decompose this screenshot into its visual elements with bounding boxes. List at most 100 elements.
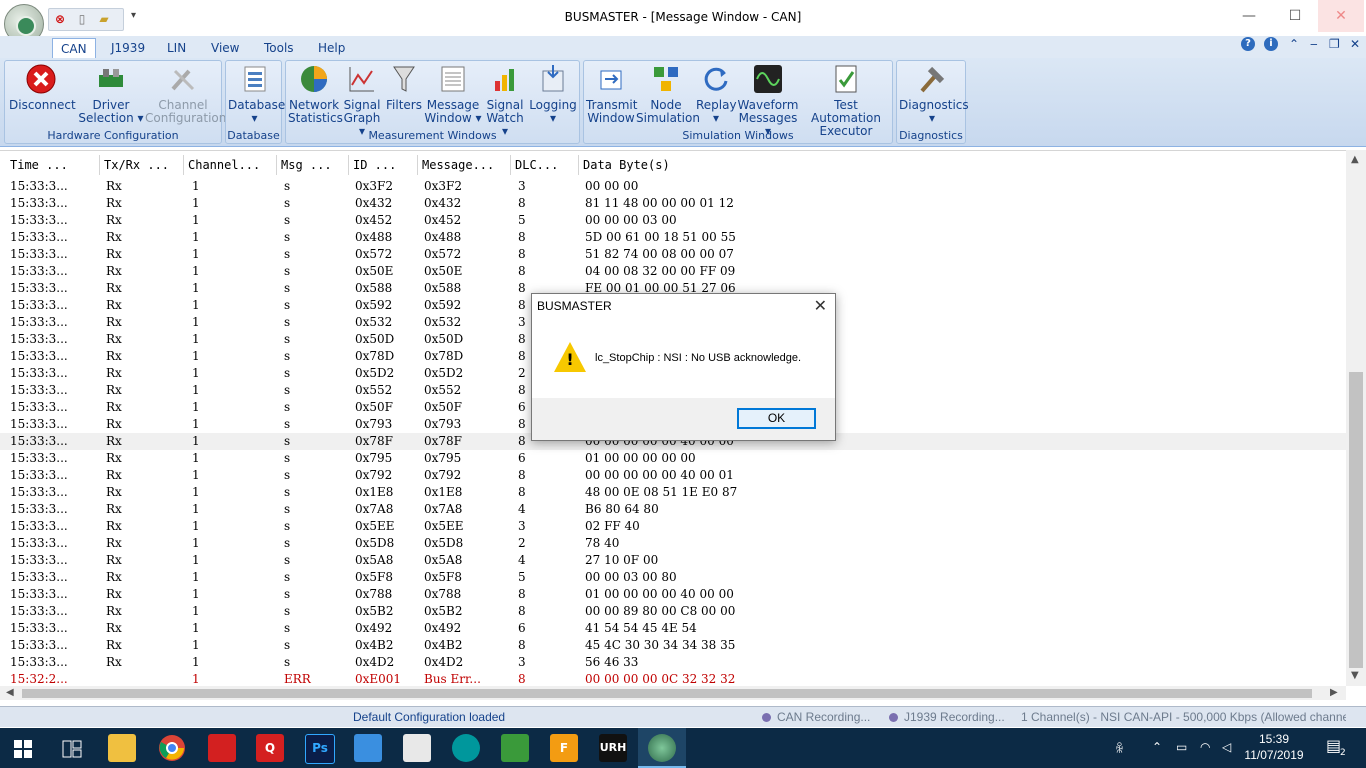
table-row[interactable]: 15:33:3... Rx 1 s 0x492 0x492 6 41 54 54 45 4E … bbox=[0, 620, 1346, 637]
tab-view[interactable]: View bbox=[203, 38, 247, 58]
table-row[interactable]: 15:33:3... Rx 1 s 0x7A8 0x7A8 4 B6 80 64 80 bbox=[0, 501, 1346, 518]
table-cell: 1 bbox=[192, 587, 200, 601]
column-message[interactable]: Message... bbox=[418, 155, 511, 175]
column-id[interactable]: ID ... bbox=[349, 155, 418, 175]
table-row[interactable]: 15:33:3... Rx 1 s 0x795 0x795 6 01 00 00 00 00 … bbox=[0, 450, 1346, 467]
task-view-icon[interactable] bbox=[62, 740, 82, 758]
minimize-button[interactable]: — bbox=[1226, 0, 1272, 32]
table-cell: 1 bbox=[192, 655, 200, 669]
table-cell: s bbox=[284, 366, 291, 380]
scroll-up-icon[interactable]: ▲ bbox=[1351, 154, 1359, 165]
tab-j1939[interactable]: J1939 bbox=[103, 38, 153, 58]
table-cell: 15:33:3... bbox=[10, 587, 68, 601]
table-row[interactable]: 15:33:3... Rx 1 s 0x50E 0x50E 8 04 00 08 32 00 … bbox=[0, 263, 1346, 280]
maximize-button[interactable]: ☐ bbox=[1272, 0, 1318, 32]
channel-configuration-button[interactable]: Channel Configuration bbox=[145, 63, 226, 125]
node-simulation-button[interactable]: Node Simulation bbox=[636, 63, 700, 125]
table-row[interactable]: 15:33:3... Rx 1 s 0x572 0x572 8 51 82 74 00 08 … bbox=[0, 246, 1346, 263]
tab-help[interactable]: Help bbox=[310, 38, 353, 58]
horizontal-scroll-thumb[interactable] bbox=[22, 689, 1312, 698]
people-icon[interactable]: ꆜ bbox=[1115, 740, 1124, 756]
arduino-icon[interactable] bbox=[452, 734, 480, 762]
table-row[interactable]: 15:33:3... Rx 1 s 0x4B2 0x4B2 8 45 4C 30 30 34 … bbox=[0, 637, 1346, 654]
horizontal-scrollbar[interactable]: ◀ ▶ bbox=[0, 686, 1346, 700]
column-dlc[interactable]: DLC... bbox=[511, 155, 579, 175]
file-explorer-icon[interactable] bbox=[108, 734, 136, 762]
table-row[interactable]: 15:33:3... Rx 1 s 0x4D2 0x4D2 3 56 46 33 bbox=[0, 654, 1346, 671]
vertical-scroll-thumb[interactable] bbox=[1349, 372, 1363, 668]
table-row[interactable]: 15:33:3... Rx 1 s 0x5B2 0x5B2 8 00 00 89 80 00 … bbox=[0, 603, 1346, 620]
vertical-scrollbar[interactable]: ▲ ▼ bbox=[1346, 150, 1366, 686]
driver-selection-button[interactable]: Driver Selection ▾ bbox=[77, 63, 145, 125]
transmit-window-button[interactable]: Transmit Window bbox=[586, 63, 637, 125]
start-icon[interactable] bbox=[14, 740, 32, 758]
app-doc-icon[interactable] bbox=[403, 734, 431, 762]
table-row[interactable]: 15:33:3... Rx 1 s 0x1E8 0x1E8 8 48 00 0E 08 51 … bbox=[0, 484, 1346, 501]
database-button[interactable]: Database ▾ bbox=[228, 63, 285, 125]
network-statistics-button[interactable]: Network Statistics bbox=[288, 63, 343, 125]
volume-icon[interactable]: ◁ bbox=[1222, 740, 1231, 754]
urh-icon[interactable]: URH bbox=[599, 734, 627, 762]
info-icon[interactable]: i bbox=[1264, 37, 1278, 51]
battery-icon[interactable]: ▭ bbox=[1176, 740, 1187, 754]
table-cell: s bbox=[284, 621, 291, 635]
app-blue-icon[interactable] bbox=[354, 734, 382, 762]
help-icon[interactable]: ? bbox=[1241, 37, 1255, 51]
app-icon[interactable] bbox=[208, 734, 236, 762]
table-row[interactable]: 15:33:3... Rx 1 s 0x488 0x488 8 5D 00 61 00 18 … bbox=[0, 229, 1346, 246]
dialog-close-button[interactable]: ✕ bbox=[814, 296, 827, 315]
signal-watch-button[interactable]: Signal Watch ▾ bbox=[482, 63, 528, 138]
table-row[interactable]: 15:33:3... Rx 1 s 0x5A8 0x5A8 4 27 10 0F 00 bbox=[0, 552, 1346, 569]
disconnect-button[interactable]: Disconnect bbox=[9, 63, 76, 112]
table-row[interactable]: 15:33:3... Rx 1 s 0x5D8 0x5D8 2 78 40 bbox=[0, 535, 1346, 552]
close-button[interactable]: ✕ bbox=[1318, 0, 1364, 32]
busmaster-icon[interactable] bbox=[648, 734, 676, 762]
message-window-button[interactable]: Message Window ▾ bbox=[424, 63, 482, 125]
app-q-icon[interactable]: Q bbox=[256, 734, 284, 762]
mdi-restore-button[interactable]: ❐ bbox=[1329, 37, 1340, 51]
waveform-messages-button[interactable]: Waveform Messages ▾ bbox=[736, 63, 800, 138]
column-data-bytes[interactable]: Data Byte(s) bbox=[579, 155, 879, 175]
column-msg-type[interactable]: Msg ... bbox=[277, 155, 349, 175]
tab-can[interactable]: CAN bbox=[52, 38, 96, 59]
table-row[interactable]: 15:33:3... Rx 1 s 0x432 0x432 8 81 11 48 00 00 … bbox=[0, 195, 1346, 212]
mdi-close-button[interactable]: ✕ bbox=[1350, 37, 1360, 51]
scroll-right-icon[interactable]: ▶ bbox=[1330, 687, 1338, 698]
table-row[interactable]: 15:33:3... Rx 1 s 0x5F8 0x5F8 5 00 00 03 00 80 bbox=[0, 569, 1346, 586]
wifi-icon[interactable]: ◠ bbox=[1200, 740, 1210, 754]
table-row[interactable]: 15:32:2... 1 ERR 0xE001 Bus Err... 8 00 00 00 … bbox=[0, 671, 1346, 687]
diagnostics-button[interactable]: Diagnostics ▾ bbox=[899, 63, 969, 125]
column-channel[interactable]: Channel... bbox=[184, 155, 277, 175]
photoshop-icon[interactable]: Ps bbox=[305, 734, 335, 764]
tab-tools[interactable]: Tools bbox=[256, 38, 302, 58]
column-time[interactable]: Time ... bbox=[6, 155, 100, 175]
logging-button[interactable]: Logging ▾ bbox=[528, 63, 578, 125]
chrome-icon[interactable] bbox=[158, 734, 186, 762]
table-cell: Rx bbox=[106, 230, 122, 244]
show-hidden-icons-icon[interactable]: ⌃ bbox=[1152, 740, 1162, 754]
table-row[interactable]: 15:33:3... Rx 1 s 0x3F2 0x3F2 3 00 00 00 bbox=[0, 178, 1346, 195]
signal-graph-button[interactable]: Signal Graph ▾ bbox=[340, 63, 384, 138]
table-row[interactable]: 15:33:3... Rx 1 s 0x452 0x452 5 00 00 00 03 00 bbox=[0, 212, 1346, 229]
app-f-icon[interactable]: F bbox=[550, 734, 578, 762]
scroll-left-icon[interactable]: ◀ bbox=[6, 687, 14, 698]
replay-button[interactable]: Replay ▾ bbox=[696, 63, 737, 125]
table-cell: s bbox=[284, 247, 291, 261]
app-chart-icon[interactable] bbox=[501, 734, 529, 762]
collapse-ribbon-icon[interactable]: ⌃ bbox=[1289, 37, 1299, 51]
window-title: BUSMASTER - [Message Window - CAN] bbox=[564, 10, 802, 24]
table-cell: 15:33:3... bbox=[10, 196, 68, 210]
table-row[interactable]: 15:33:3... Rx 1 s 0x788 0x788 8 01 00 00 00 00 … bbox=[0, 586, 1346, 603]
tab-lin[interactable]: LIN bbox=[159, 38, 194, 58]
scroll-down-icon[interactable]: ▼ bbox=[1351, 670, 1359, 681]
table-row[interactable]: 15:33:3... Rx 1 s 0x792 0x792 8 00 00 00 00 00 … bbox=[0, 467, 1346, 484]
clock[interactable]: 15:39 11/07/2019 bbox=[1244, 731, 1304, 763]
filters-button[interactable]: Filters bbox=[384, 63, 424, 112]
test-automation-executor-button[interactable]: Test Automation Executor bbox=[800, 63, 892, 138]
table-row[interactable]: 15:33:3... Rx 1 s 0x5EE 0x5EE 3 02 FF 40 bbox=[0, 518, 1346, 535]
ok-button[interactable]: OK bbox=[737, 408, 816, 429]
table-cell: 8 bbox=[518, 672, 526, 686]
column-txrx[interactable]: Tx/Rx ... bbox=[100, 155, 184, 175]
mdi-minimize-button[interactable]: ‒ bbox=[1310, 37, 1318, 51]
notifications-icon[interactable]: ▤ bbox=[1326, 736, 1341, 755]
